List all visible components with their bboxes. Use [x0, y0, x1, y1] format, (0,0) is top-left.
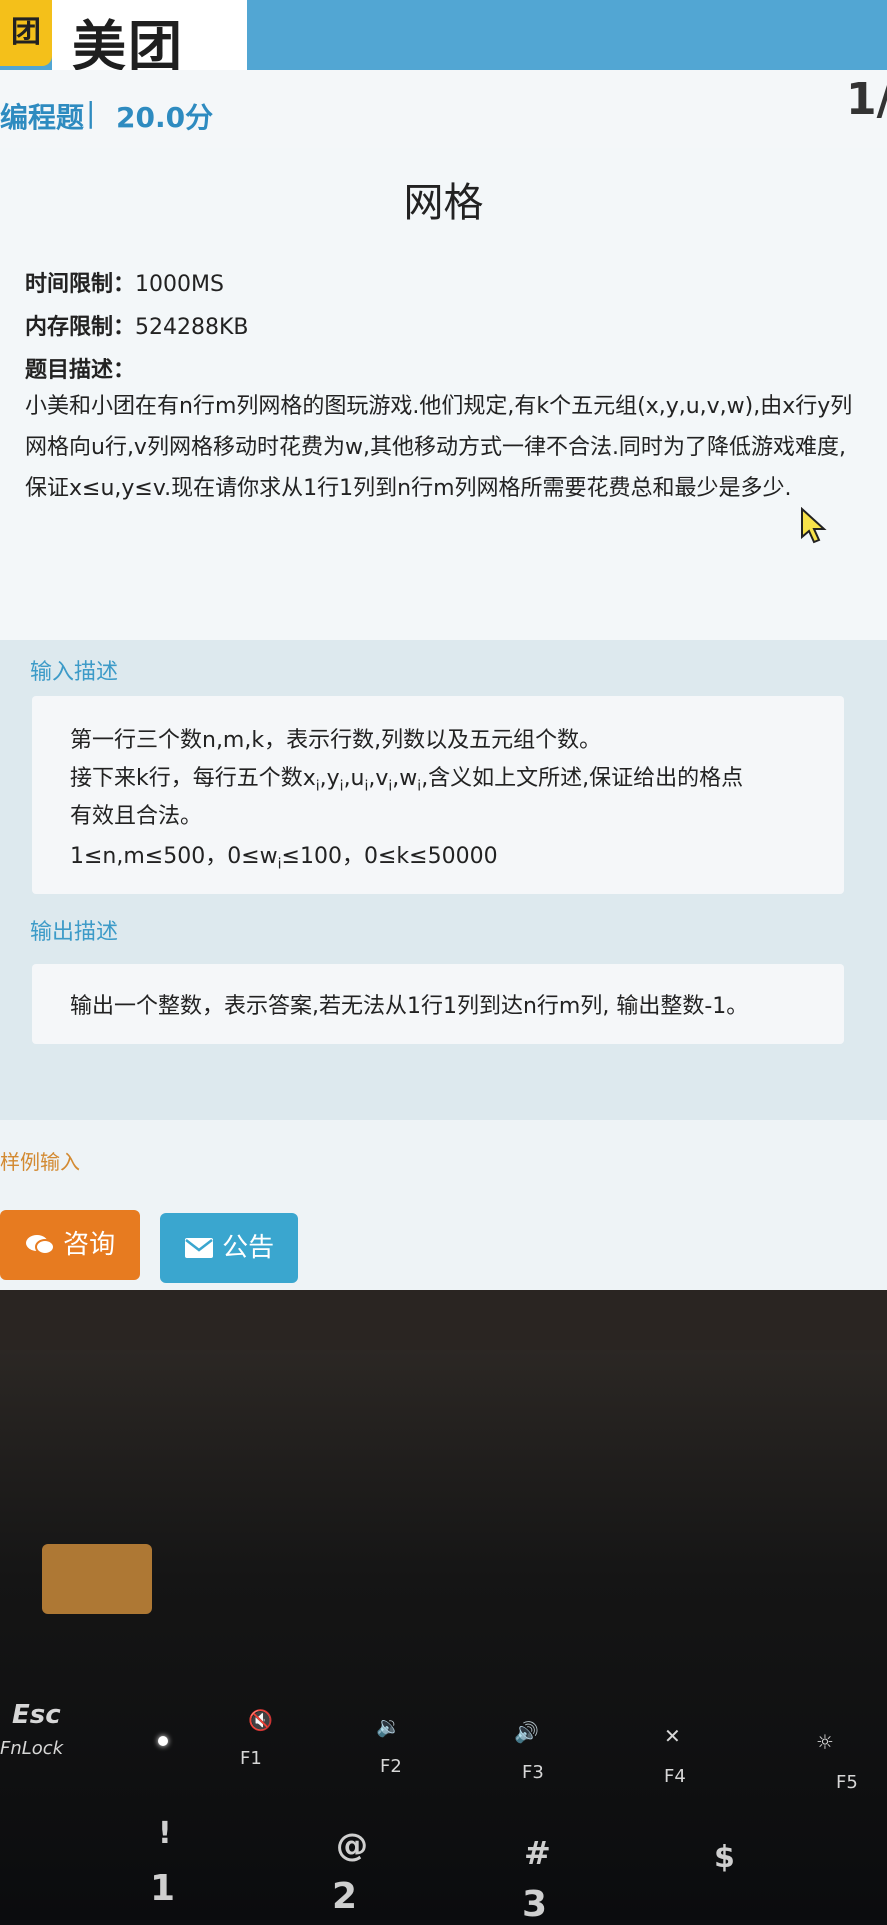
- at-symbol: @: [336, 1826, 368, 1864]
- consult-label: 咨询: [63, 1230, 116, 1260]
- problem-title: 网格: [403, 180, 484, 226]
- dollar-symbol: $: [714, 1840, 735, 1875]
- fnlock-led: [158, 1736, 168, 1746]
- question-score: 20.0分: [116, 101, 214, 134]
- consult-button[interactable]: 咨询: [0, 1210, 140, 1280]
- output-text: 输出一个整数，表示答案,若无法从1行1列到达n行m列, 输出整数-1。: [70, 994, 749, 1019]
- question-type: 编程题: [0, 101, 85, 134]
- envelope-icon: [184, 1233, 222, 1263]
- input-section-label: 输入描述: [30, 660, 119, 685]
- brightness-icon: ☼: [816, 1730, 834, 1754]
- input-line-4: 1≤n,m≤500，0≤wi≤100，0≤k≤50000: [70, 844, 498, 873]
- input-line-2: 接下来k行，每行五个数xi,yi,ui,vi,wi,含义如上文所述,保证给出的格…: [70, 766, 744, 795]
- chat-icon: [25, 1230, 63, 1260]
- problem-description: 小美和小团在有n行m列网格的图玩游戏.他们规定,有k个五元组(x,y,u,v,w…: [25, 394, 853, 501]
- mouse-cursor-icon: [800, 506, 830, 549]
- f5-key[interactable]: F5: [836, 1772, 858, 1793]
- memory-limit-label: 内存限制：: [25, 315, 136, 340]
- separator: |: [86, 96, 96, 129]
- time-limit-label: 时间限制：: [25, 272, 136, 297]
- mic-mute-icon: ✕: [664, 1724, 681, 1748]
- brand-badge: 团: [0, 0, 52, 66]
- volume-up-icon: 🔊: [514, 1720, 539, 1744]
- mute-icon: 🔇: [248, 1708, 273, 1732]
- hinge-reflection: [42, 1544, 152, 1614]
- notice-button[interactable]: 公告: [160, 1213, 298, 1283]
- f2-key[interactable]: F2: [380, 1756, 402, 1777]
- memory-limit-value: 524288KB: [135, 315, 249, 340]
- key-2[interactable]: 2: [332, 1876, 357, 1917]
- memory-limit-row: 内存限制：524288KB: [25, 309, 249, 341]
- sample-input-label: 样例输入: [0, 1150, 80, 1174]
- f4-key[interactable]: F4: [664, 1766, 686, 1787]
- key-3[interactable]: 3: [522, 1884, 547, 1925]
- output-description-box: 输出一个整数，表示答案,若无法从1行1列到达n行m列, 输出整数-1。: [32, 964, 844, 1044]
- time-limit-value: 1000MS: [135, 272, 224, 297]
- keyboard-deck: [0, 1350, 887, 1920]
- esc-key[interactable]: Esc: [12, 1700, 61, 1730]
- fnlock-label: FnLock: [0, 1738, 64, 1759]
- browser-screen: 团 美团 编程题 | 20.0分 1/ 网格 时间限制：1000MS 内存限制：…: [0, 0, 887, 1290]
- exclamation-symbol: !: [158, 1816, 172, 1851]
- input-line-1: 第一行三个数n,m,k，表示行数,列数以及五元组个数。: [70, 728, 602, 753]
- description-label: 题目描述：: [25, 358, 136, 383]
- f1-key[interactable]: F1: [240, 1748, 262, 1769]
- volume-down-icon: 🔉: [376, 1714, 401, 1738]
- laptop-bezel: [0, 1290, 887, 1350]
- input-line-3: 有效且合法。: [70, 804, 203, 829]
- input-description-box: 第一行三个数n,m,k，表示行数,列数以及五元组个数。 接下来k行，每行五个数x…: [32, 696, 844, 894]
- f3-key[interactable]: F3: [522, 1762, 544, 1783]
- notice-label: 公告: [222, 1233, 275, 1263]
- page-indicator: 1/: [846, 74, 887, 125]
- hash-symbol: #: [524, 1834, 551, 1872]
- time-limit-row: 时间限制：1000MS: [25, 266, 224, 298]
- output-section-label: 输出描述: [30, 920, 119, 945]
- key-1[interactable]: 1: [150, 1868, 175, 1909]
